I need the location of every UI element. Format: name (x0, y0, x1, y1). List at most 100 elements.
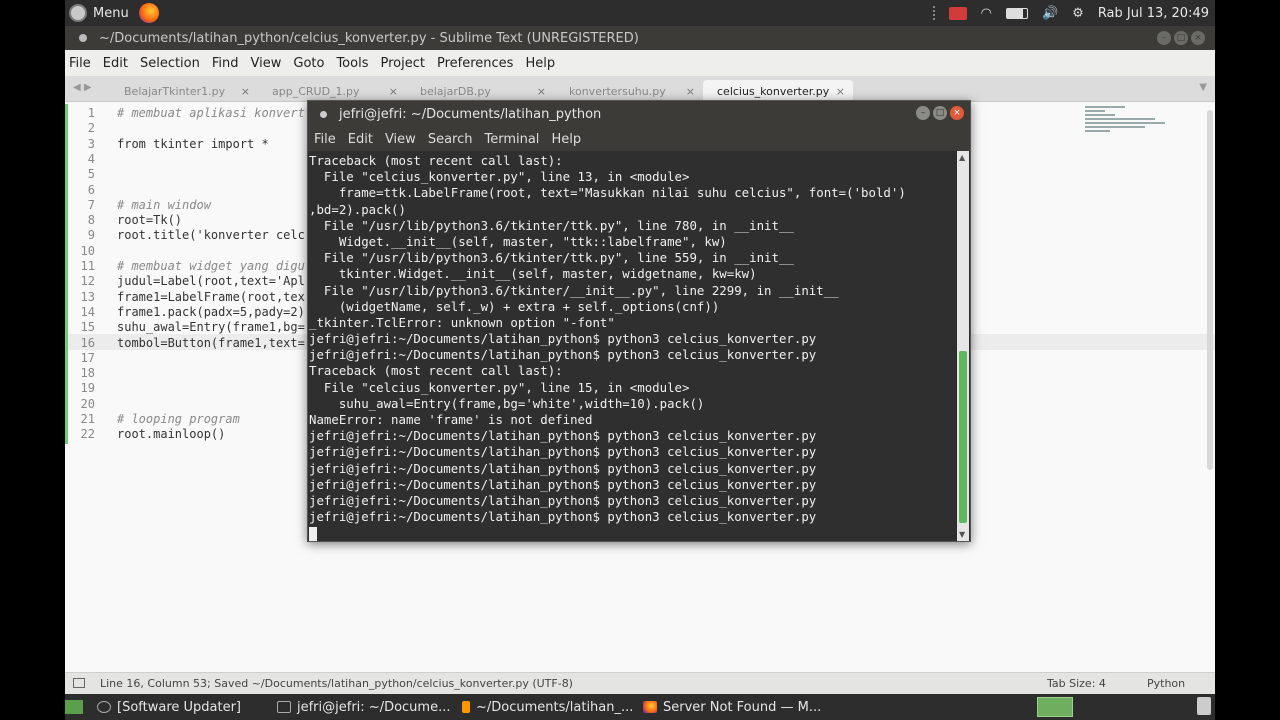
code-line[interactable]: # membuat widget yang digu (117, 259, 305, 273)
line-number: 19 (80, 381, 95, 396)
menu-edit[interactable]: Edit (348, 132, 373, 147)
menu-selection[interactable]: Selection (140, 56, 200, 71)
maximize-button[interactable]: □ (933, 106, 947, 120)
close-button[interactable]: × (950, 106, 964, 120)
menu-file[interactable]: File (314, 132, 336, 147)
tab-belajartkinter1[interactable]: BelajarTkinter1.py × (110, 80, 258, 102)
code-line[interactable]: judul=Label(root,text='Apl (117, 274, 305, 288)
code-line[interactable]: tombol=Button(frame1,text= (117, 336, 305, 350)
menu-search[interactable]: Search (428, 132, 473, 147)
code-line[interactable]: root=Tk() (117, 213, 182, 227)
task-software-updater[interactable]: [Software Updater] (97, 694, 241, 720)
trash-icon[interactable] (1197, 697, 1211, 715)
tab-app-crud[interactable]: app_CRUD_1.py × (258, 80, 406, 102)
menu-terminal[interactable]: Terminal (484, 132, 539, 147)
tab-belajardb[interactable]: belajarDB.py × (406, 80, 554, 102)
terminal-line: ,bd=2).pack() (309, 201, 406, 217)
menu-file[interactable]: File (69, 56, 91, 71)
menu-button[interactable]: Menu (69, 0, 139, 26)
clock[interactable]: Rab Jul 13, 20:49 (1098, 6, 1209, 21)
volume-icon[interactable]: 🔊 (1042, 6, 1058, 21)
menu-label: Menu (93, 5, 129, 21)
minimize-button[interactable]: – (1157, 31, 1171, 45)
terminal-line: File "celcius_konverter.py", line 15, in… (309, 379, 690, 395)
terminal-window[interactable]: jefri@jefri: ~/Documents/latihan_python … (307, 100, 971, 542)
menu-tools[interactable]: Tools (336, 56, 368, 71)
terminal-icon (277, 701, 291, 713)
code-line[interactable]: suhu_awal=Entry(frame1,bg= (117, 320, 305, 334)
desktop: Menu ◠ 🔊 ⚙ Rab Jul 13, 20:49 ~/Documents… (65, 0, 1215, 720)
tab-size[interactable]: Tab Size: 4 (1047, 677, 1106, 690)
terminal-line: frame=ttk.LabelFrame(root, text="Masukka… (309, 185, 906, 201)
close-button[interactable]: × (1191, 31, 1205, 45)
line-number: 21 (80, 412, 95, 426)
menu-project[interactable]: Project (380, 56, 424, 71)
settings-gear-icon[interactable]: ⚙ (1072, 6, 1084, 21)
menu-view[interactable]: View (251, 56, 282, 71)
code-line[interactable]: root.mainloop() (117, 427, 225, 441)
battery-icon[interactable] (1005, 7, 1028, 19)
close-icon[interactable]: × (241, 85, 250, 98)
task-label: [Software Updater] (117, 699, 242, 715)
panel-toggle-icon[interactable] (73, 678, 85, 688)
menu-goto[interactable]: Goto (293, 56, 324, 71)
close-icon[interactable]: × (537, 85, 546, 98)
editor-scrollbar[interactable] (1207, 110, 1213, 470)
terminal-scrollbar[interactable]: ▲ ▼ (957, 151, 969, 541)
scroll-down-icon[interactable]: ▼ (959, 530, 965, 539)
menu-edit[interactable]: Edit (103, 56, 128, 71)
record-icon[interactable] (948, 6, 967, 20)
task-label: ~/Documents/latihan_... (476, 699, 634, 715)
code-line[interactable]: root.title('konverter celc (117, 228, 305, 242)
task-terminal[interactable]: jefri@jefri: ~/Docume... (277, 694, 450, 720)
tab-celcius-konverter[interactable]: celcius_konverter.py × (703, 80, 853, 102)
line-number: 10 (80, 243, 95, 258)
code-line[interactable]: from tkinter import * (117, 137, 269, 151)
window-menu-icon[interactable] (79, 34, 87, 42)
tab-konvertersuhu[interactable]: konvertersuhu.py × (555, 80, 703, 102)
close-icon[interactable]: × (389, 85, 398, 98)
terminal-line: File "celcius_konverter.py", line 13, in… (309, 169, 690, 185)
task-firefox[interactable]: Server Not Found — M... (643, 694, 821, 720)
line-number: 1 (87, 106, 95, 120)
tab-nav-arrows-icon[interactable]: ◀ ▶ (73, 82, 92, 93)
syntax-selector[interactable]: Python (1147, 677, 1185, 690)
terminal-line: jefri@jefri:~/Documents/latihan_python$ … (309, 460, 817, 476)
code-line[interactable]: frame1.pack(padx=5,pady=2) (117, 305, 305, 319)
maximize-button[interactable]: □ (1174, 31, 1188, 45)
terminal-prompt-line[interactable] (309, 525, 956, 541)
code-line[interactable]: # looping program (117, 412, 240, 426)
terminal-line: File "/usr/lib/python3.6/tkinter/__init_… (309, 282, 839, 298)
terminal-line: jefri@jefri:~/Documents/latihan_python$ … (309, 428, 817, 444)
workspace-switcher[interactable] (1037, 697, 1073, 717)
terminal-output[interactable]: Traceback (most recent call last): File … (308, 151, 956, 541)
menu-preferences[interactable]: Preferences (437, 56, 513, 71)
firefox-icon[interactable] (138, 3, 159, 23)
show-desktop-icon[interactable] (65, 700, 83, 714)
line-number: 16 (80, 335, 95, 350)
close-icon[interactable]: × (686, 85, 695, 98)
line-number: 12 (80, 274, 95, 289)
menu-help[interactable]: Help (525, 56, 555, 71)
tab-label: belajarDB.py (420, 84, 491, 98)
line-number: 20 (80, 396, 95, 411)
taskbar: [Software Updater] jefri@jefri: ~/Docume… (65, 694, 1215, 720)
terminal-menubar: File Edit View Search Terminal Help (308, 127, 970, 151)
menu-find[interactable]: Find (212, 56, 239, 71)
task-sublime[interactable]: ~/Documents/latihan_... (462, 694, 633, 720)
minimize-button[interactable]: – (916, 106, 930, 120)
wifi-icon[interactable]: ◠ (981, 6, 992, 21)
code-line[interactable]: frame1=LabelFrame(root,tex (117, 290, 305, 304)
menu-help[interactable]: Help (551, 132, 581, 147)
scrollbar-thumb[interactable] (959, 351, 967, 523)
window-menu-icon[interactable] (320, 110, 327, 118)
scroll-up-icon[interactable]: ▲ (959, 153, 965, 162)
line-number: 15 (80, 320, 95, 335)
minimap[interactable] (1085, 106, 1175, 156)
menu-view[interactable]: View (385, 132, 416, 147)
code-line[interactable]: # membuat aplikasi konvert (117, 106, 305, 120)
terminal-line: NameError: name 'frame' is not defined (309, 412, 593, 427)
code-line[interactable]: # main window (117, 198, 211, 212)
close-icon[interactable]: × (836, 85, 845, 98)
tab-dropdown-icon[interactable]: ▼ (1199, 82, 1207, 93)
